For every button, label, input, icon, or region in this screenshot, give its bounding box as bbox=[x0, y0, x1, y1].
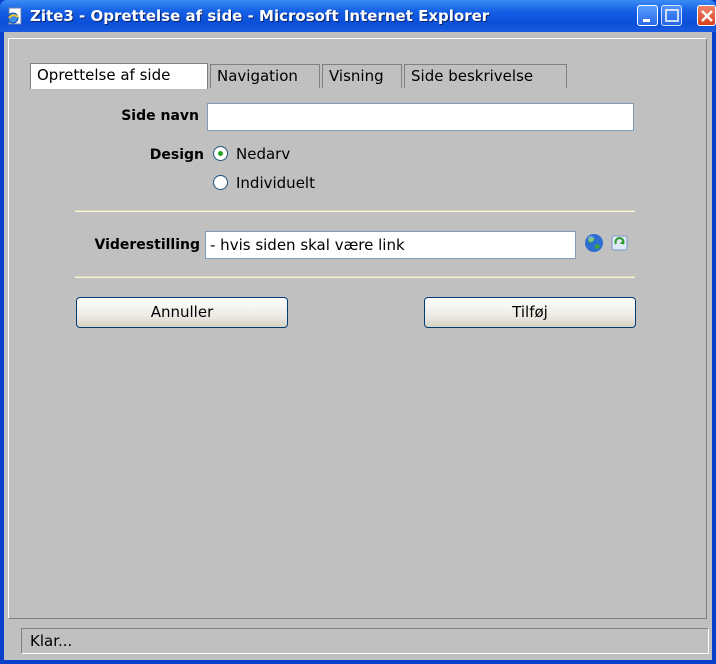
close-icon bbox=[701, 10, 713, 22]
globe-icon[interactable] bbox=[584, 233, 604, 253]
separator bbox=[75, 276, 635, 278]
design-label: Design bbox=[149, 147, 204, 163]
browser-window: Zite3 - Oprettelse af side - Microsoft I… bbox=[0, 0, 716, 664]
tab-label: Side beskrivelse bbox=[411, 67, 534, 85]
radio-checked-icon[interactable] bbox=[213, 146, 228, 161]
tab-label: Oprettelse af side bbox=[37, 66, 171, 84]
tab-navigation[interactable]: Navigation bbox=[210, 64, 320, 88]
radio-unchecked-icon[interactable] bbox=[213, 175, 228, 190]
ie-page-icon bbox=[7, 7, 22, 25]
design-option-individuelt[interactable]: Individuelt bbox=[213, 174, 315, 192]
design-option-nedarv[interactable]: Nedarv bbox=[213, 145, 290, 163]
tab-label: Visning bbox=[329, 67, 384, 85]
side-navn-input[interactable] bbox=[207, 103, 634, 131]
minimize-button[interactable] bbox=[637, 5, 658, 26]
tab-label: Navigation bbox=[217, 67, 298, 85]
tab-oprettelse-af-side[interactable]: Oprettelse af side bbox=[30, 63, 208, 89]
separator bbox=[75, 210, 635, 212]
title-bar[interactable]: Zite3 - Oprettelse af side - Microsoft I… bbox=[0, 0, 716, 32]
status-text: Klar... bbox=[30, 632, 73, 650]
tab-visning[interactable]: Visning bbox=[322, 64, 402, 88]
radio-label: Individuelt bbox=[236, 174, 315, 192]
cancel-button[interactable]: Annuller bbox=[76, 297, 288, 328]
viderestilling-label: Viderestilling bbox=[94, 237, 200, 253]
add-button[interactable]: Tilføj bbox=[424, 297, 636, 328]
viderestilling-input[interactable] bbox=[205, 231, 576, 259]
window-title: Zite3 - Oprettelse af side - Microsoft I… bbox=[30, 7, 490, 25]
close-button[interactable] bbox=[697, 5, 716, 26]
radio-label: Nedarv bbox=[236, 145, 291, 163]
maximize-button[interactable] bbox=[661, 5, 682, 26]
tab-side-beskrivelse[interactable]: Side beskrivelse bbox=[404, 64, 567, 88]
refresh-page-icon[interactable] bbox=[610, 234, 630, 252]
maximize-icon bbox=[665, 9, 679, 22]
status-bar: Klar... bbox=[21, 628, 709, 654]
minimize-icon bbox=[643, 19, 650, 22]
side-navn-label: Side navn bbox=[121, 108, 199, 124]
